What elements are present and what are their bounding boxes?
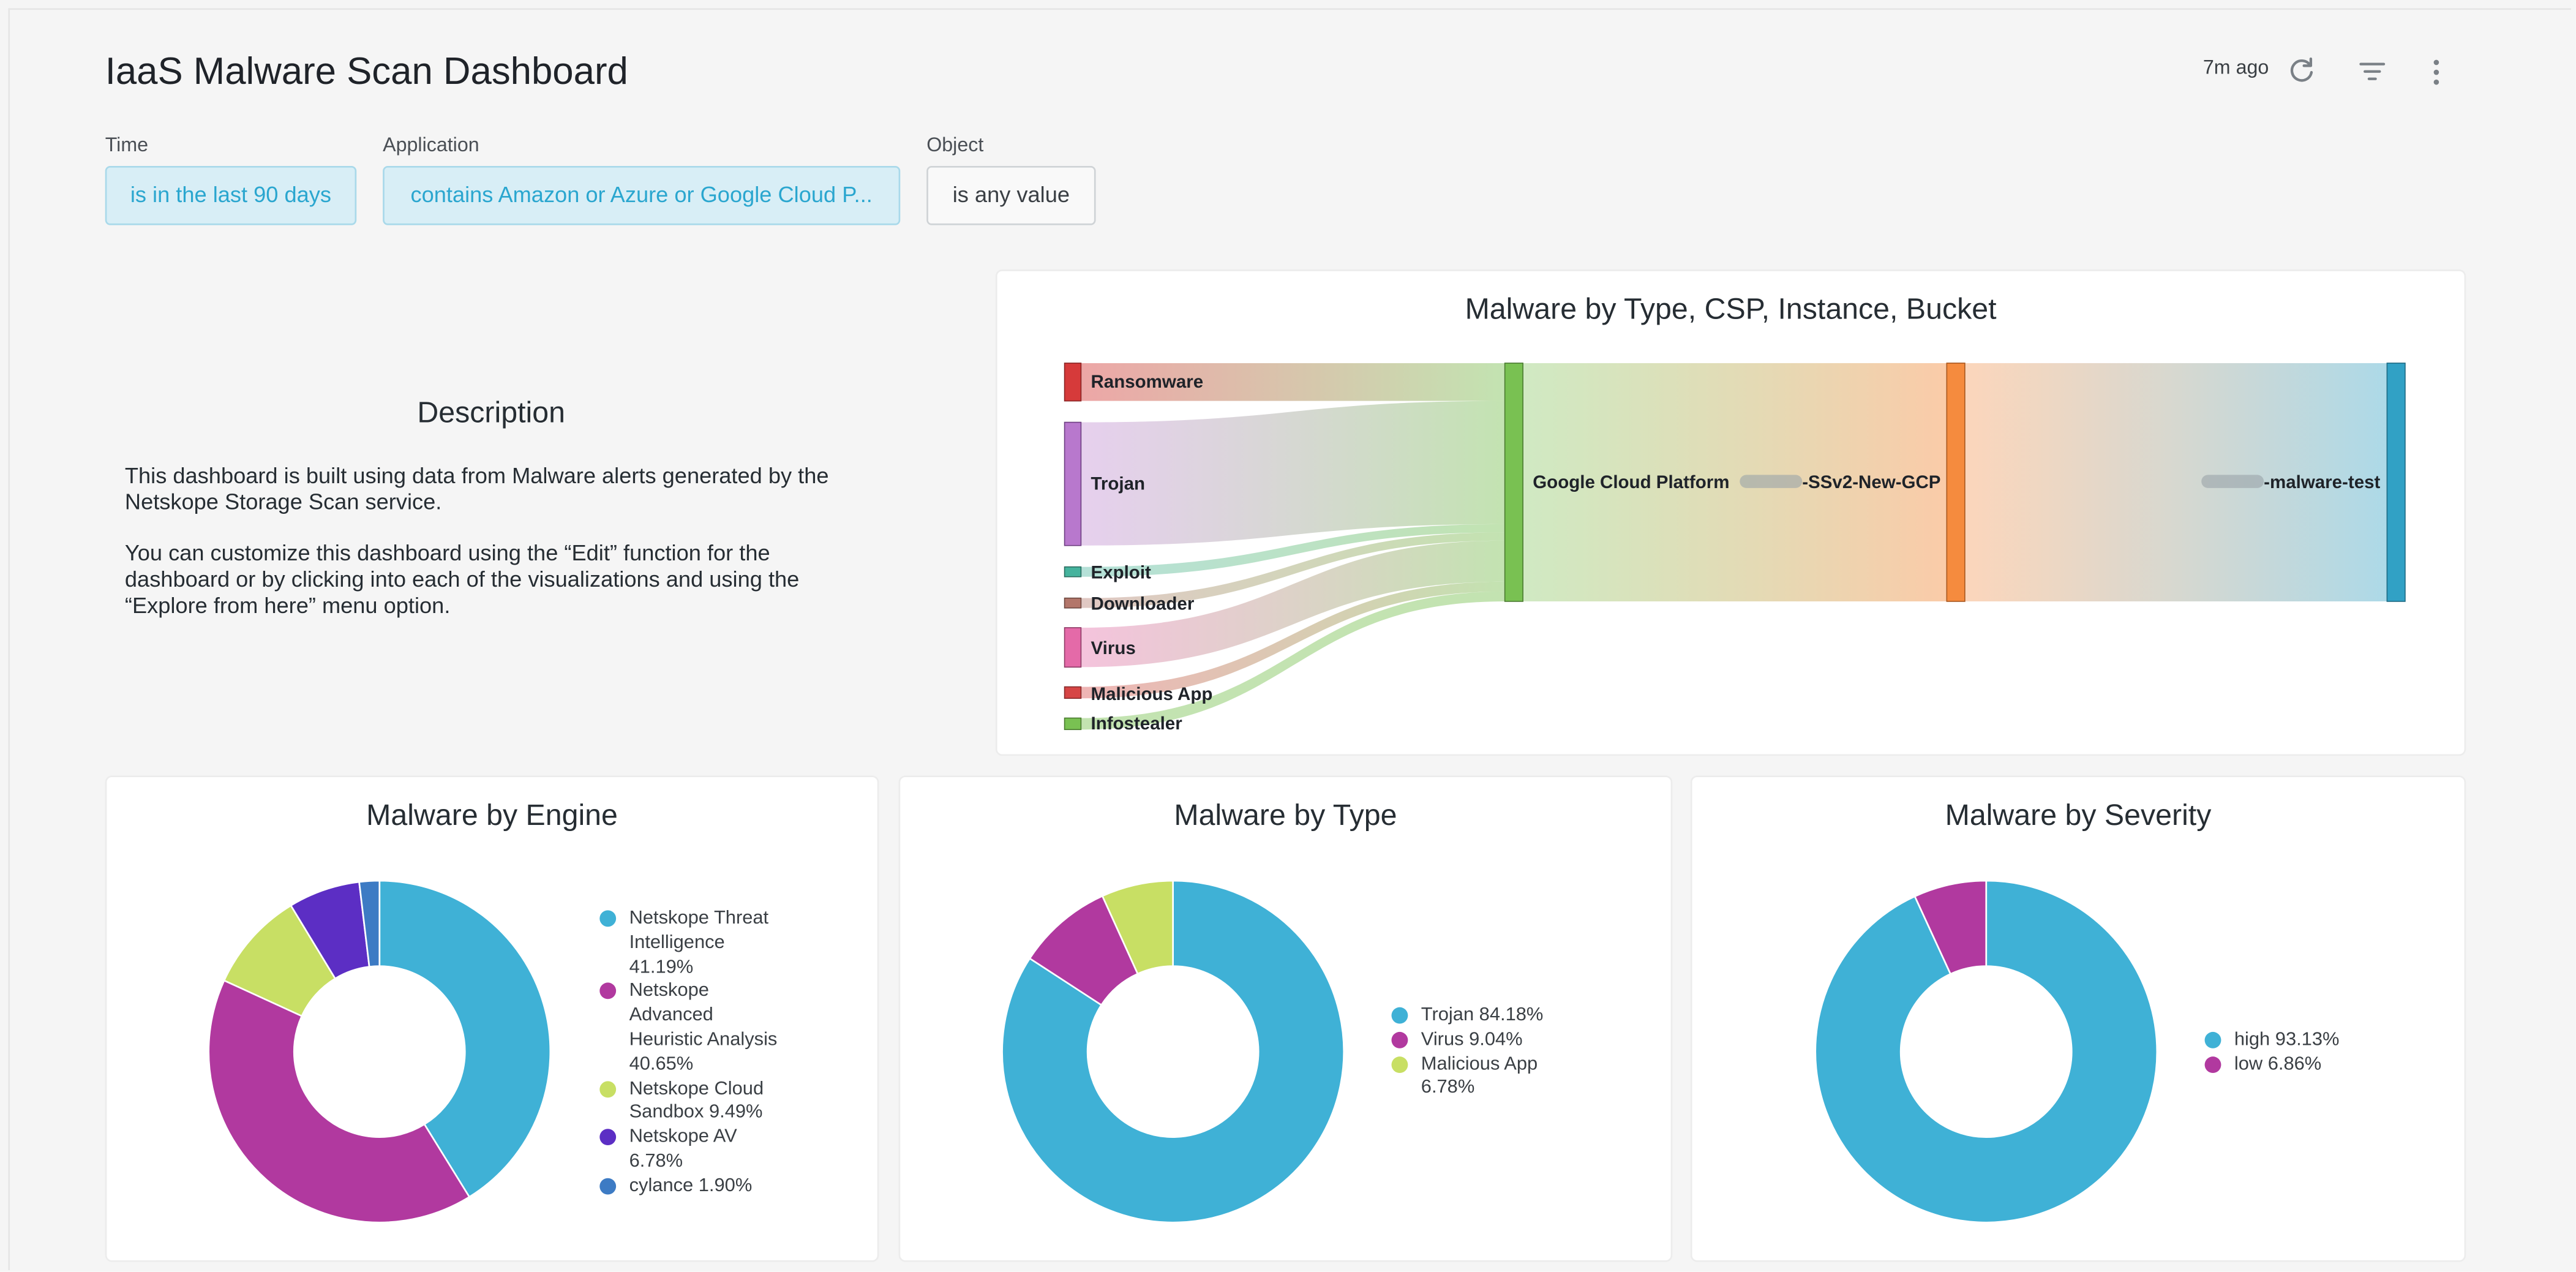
sankey-label-infostealer: Infostealer (1091, 713, 1183, 734)
severity-donut (1814, 879, 2158, 1224)
filter-icon[interactable] (2356, 55, 2389, 88)
filter-label-object: Object (926, 133, 984, 156)
severity-chart-card[interactable]: Malware by Severity high 93.13% low 6.86… (1692, 777, 2465, 1260)
legend-item: Virus 9.04% (1390, 1028, 1544, 1053)
filter-chip-time[interactable]: is in the last 90 days (105, 165, 357, 225)
legend-swatch (599, 1178, 617, 1194)
sankey-node-ransomware (1064, 363, 1082, 402)
sankey-label-downloader: Downloader (1091, 593, 1195, 614)
engine-chart-card[interactable]: Malware by Engine Netskope Threat Intell… (107, 777, 877, 1260)
sankey-label-trojan: Trojan (1091, 474, 1146, 494)
sankey-chart: Ransomware Trojan Exploit Downloader Vir… (1064, 363, 2406, 734)
sankey-label-virus: Virus (1091, 638, 1136, 658)
description-paragraph: This dashboard is built using data from … (124, 463, 829, 514)
severity-legend: high 93.13% low 6.86% (2203, 1029, 2340, 1077)
legend-swatch (2204, 1056, 2221, 1073)
description-title: Description (417, 396, 565, 429)
filter-chip-object[interactable]: is any value (926, 165, 1096, 225)
filter-label-time: Time (105, 133, 149, 156)
dashboard-title: IaaS Malware Scan Dashboard (105, 49, 628, 92)
donut-slice-netskope-advanced-heuristic-analysis[interactable] (208, 979, 471, 1224)
legend-item: cylance 1.90% (598, 1175, 778, 1199)
sankey-node-virus (1064, 627, 1082, 668)
sankey-node-bucket (2386, 363, 2406, 602)
legend-swatch (599, 1080, 617, 1097)
filter-chip-application[interactable]: contains Amazon or Azure or Google Cloud… (383, 165, 901, 225)
sankey-node-downloader (1064, 597, 1082, 609)
legend-swatch (2204, 1031, 2221, 1048)
sankey-node-csp (1504, 363, 1523, 602)
legend-item: high 93.13% (2203, 1029, 2339, 1053)
type-chart-card[interactable]: Malware by Type Trojan 84.18% Virus 9.04… (900, 777, 1671, 1260)
dashboard-page: IaaS Malware Scan Dashboard 7m ago Time … (0, 0, 2576, 1272)
legend-item: Malicious App 6.78% (1390, 1053, 1544, 1101)
sankey-node-exploit (1064, 566, 1082, 578)
redacted-text (1740, 475, 1803, 488)
legend-item: Netskope AV 6.78% (598, 1126, 778, 1174)
sankey-label-csp: Google Cloud Platform (1533, 472, 1729, 492)
sankey-node-malicious-app (1064, 686, 1082, 699)
sankey-label-ransomware: Ransomware (1091, 372, 1204, 392)
description-paragraph: You can customize this dashboard using t… (124, 540, 800, 618)
type-donut (1001, 879, 1345, 1224)
legend-item: Trojan 84.18% (1390, 1004, 1543, 1028)
sankey-label-exploit: Exploit (1091, 562, 1152, 582)
engine-donut (208, 879, 552, 1224)
legend-swatch (599, 910, 617, 927)
sankey-label-instance: -SSv2-New-GCP (1802, 472, 1940, 492)
sankey-card[interactable]: Malware by Type, CSP, Instance, Bucket R… (997, 271, 2465, 755)
sankey-label-bucket: -malware-test (2264, 472, 2380, 492)
legend-swatch (599, 983, 617, 1000)
redacted-text (2201, 475, 2264, 488)
engine-legend: Netskope Threat Intelligence 41.19% Nets… (598, 907, 778, 1199)
more-options-icon[interactable] (2422, 55, 2455, 88)
sankey-label-malicious-app: Malicious App (1091, 684, 1213, 704)
legend-item: Netskope Advanced Heuristic Analysis 40.… (598, 980, 777, 1077)
legend-item: Netskope Threat Intelligence 41.19% (598, 907, 778, 980)
sankey-node-trojan (1064, 421, 1082, 546)
legend-item: low 6.86% (2203, 1053, 2340, 1077)
legend-item: Netskope Cloud Sandbox 9.49% (598, 1077, 778, 1126)
filter-label-application: Application (383, 133, 479, 156)
type-legend: Trojan 84.18% Virus 9.04% Malicious App … (1390, 1004, 1544, 1101)
refresh-icon[interactable] (2285, 55, 2318, 88)
legend-swatch (599, 1129, 617, 1146)
last-updated-label: 7m ago (2202, 56, 2269, 79)
sankey-node-infostealer (1064, 717, 1082, 731)
legend-swatch (1391, 1056, 1408, 1072)
legend-swatch (1391, 1007, 1408, 1024)
sankey-node-instance (1946, 363, 1966, 602)
legend-swatch (1391, 1031, 1408, 1048)
